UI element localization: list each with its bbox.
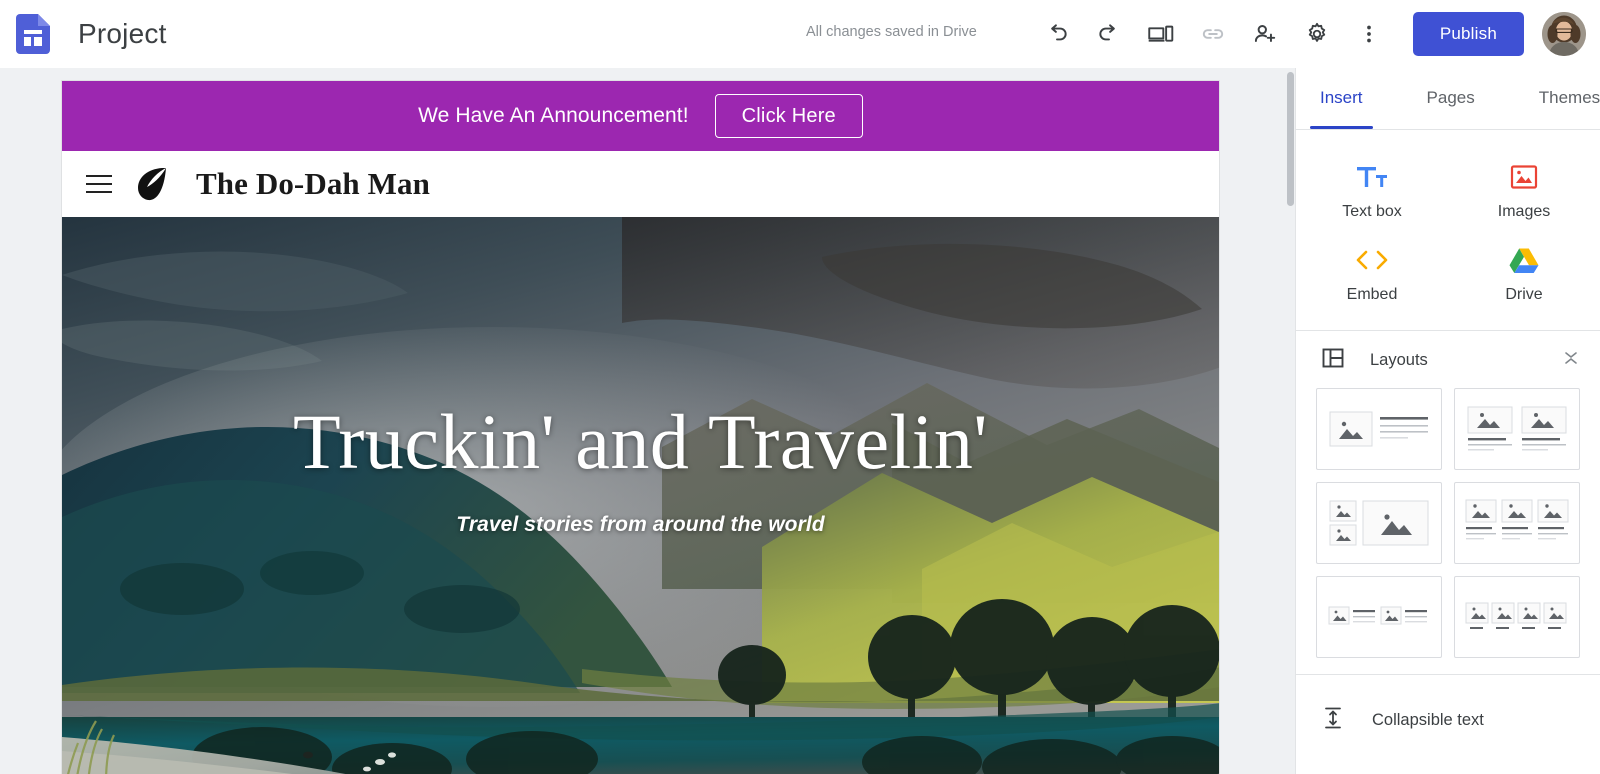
redo-icon[interactable] [1083, 10, 1135, 58]
insert-drive-button[interactable]: Drive [1448, 235, 1600, 312]
layout-two-inline-image-text[interactable] [1316, 576, 1442, 658]
editor-canvas-area: We Have An Announcement! Click Here The … [0, 68, 1295, 774]
layouts-title: Layouts [1370, 351, 1428, 369]
site-name[interactable]: The Do-Dah Man [196, 166, 430, 202]
insert-images-button[interactable]: Images [1448, 152, 1600, 229]
account-avatar[interactable] [1542, 12, 1586, 56]
app-toolbar: Project All changes saved in Drive Publi… [0, 0, 1600, 68]
layout-three-image-text-columns[interactable] [1454, 482, 1580, 564]
site-canvas: We Have An Announcement! Click Here The … [61, 80, 1220, 774]
layouts-icon [1322, 347, 1344, 374]
tab-pages[interactable]: Pages [1421, 88, 1481, 108]
insert-drive-label: Drive [1505, 286, 1543, 303]
document-title[interactable]: Project [78, 18, 167, 50]
layout-image-left-text-right[interactable] [1316, 388, 1442, 470]
save-status: All changes saved in Drive [806, 24, 977, 40]
layout-four-images-captions[interactable] [1454, 576, 1580, 658]
collapsible-text-button[interactable]: Collapsible text [1296, 674, 1600, 746]
undo-icon[interactable] [1031, 10, 1083, 58]
hero-text-block[interactable]: Truckin' and Travelin' Travel stories fr… [62, 217, 1219, 774]
tab-themes[interactable]: Themes [1533, 88, 1600, 108]
hamburger-menu-icon[interactable] [82, 167, 116, 201]
chevron-collapse-icon[interactable] [1562, 349, 1580, 372]
google-sites-icon[interactable] [16, 13, 50, 54]
announcement-text: We Have An Announcement! [418, 104, 689, 127]
collapsible-text-icon [1322, 706, 1344, 735]
insert-text-box-label: Text box [1342, 203, 1402, 220]
announcement-click-here-button[interactable]: Click Here [714, 94, 863, 138]
insert-images-label: Images [1497, 203, 1551, 220]
insert-side-panel: Insert Pages Themes Text box Images Embe… [1295, 68, 1600, 774]
hero-subtitle: Travel stories from around the world [456, 513, 825, 536]
insert-items-grid: Text box Images Embed Drive [1296, 130, 1600, 331]
panel-tab-bar: Insert Pages Themes [1296, 68, 1600, 130]
hero-title: Truckin' and Travelin' [293, 398, 988, 485]
insert-embed-button[interactable]: Embed [1296, 235, 1448, 312]
announcement-banner[interactable]: We Have An Announcement! Click Here [62, 81, 1219, 151]
collapsible-text-label: Collapsible text [1372, 711, 1484, 729]
tab-insert[interactable]: Insert [1310, 88, 1373, 129]
layout-two-small-one-large-image[interactable] [1316, 482, 1442, 564]
toolbar-actions: Publish [1031, 0, 1600, 68]
add-person-icon[interactable] [1239, 10, 1291, 58]
gear-icon[interactable] [1291, 10, 1343, 58]
google-drive-icon [1509, 243, 1539, 277]
layout-two-image-text-columns[interactable] [1454, 388, 1580, 470]
link-icon[interactable] [1187, 10, 1239, 58]
images-icon [1510, 160, 1538, 194]
embed-code-icon [1355, 243, 1389, 277]
panel-scrollbar-thumb[interactable] [1287, 72, 1294, 206]
preview-icon[interactable] [1135, 10, 1187, 58]
hero-banner[interactable]: Truckin' and Travelin' Travel stories fr… [62, 217, 1219, 774]
layouts-thumbnail-grid [1296, 384, 1600, 674]
layouts-section-header[interactable]: Layouts [1296, 331, 1600, 384]
more-vert-icon[interactable] [1343, 10, 1395, 58]
site-header: The Do-Dah Man [62, 151, 1219, 217]
text-box-icon [1355, 160, 1389, 194]
publish-button[interactable]: Publish [1412, 12, 1524, 56]
leaf-logo-icon[interactable] [132, 164, 170, 204]
insert-text-box-button[interactable]: Text box [1296, 152, 1448, 229]
insert-embed-label: Embed [1346, 286, 1398, 303]
